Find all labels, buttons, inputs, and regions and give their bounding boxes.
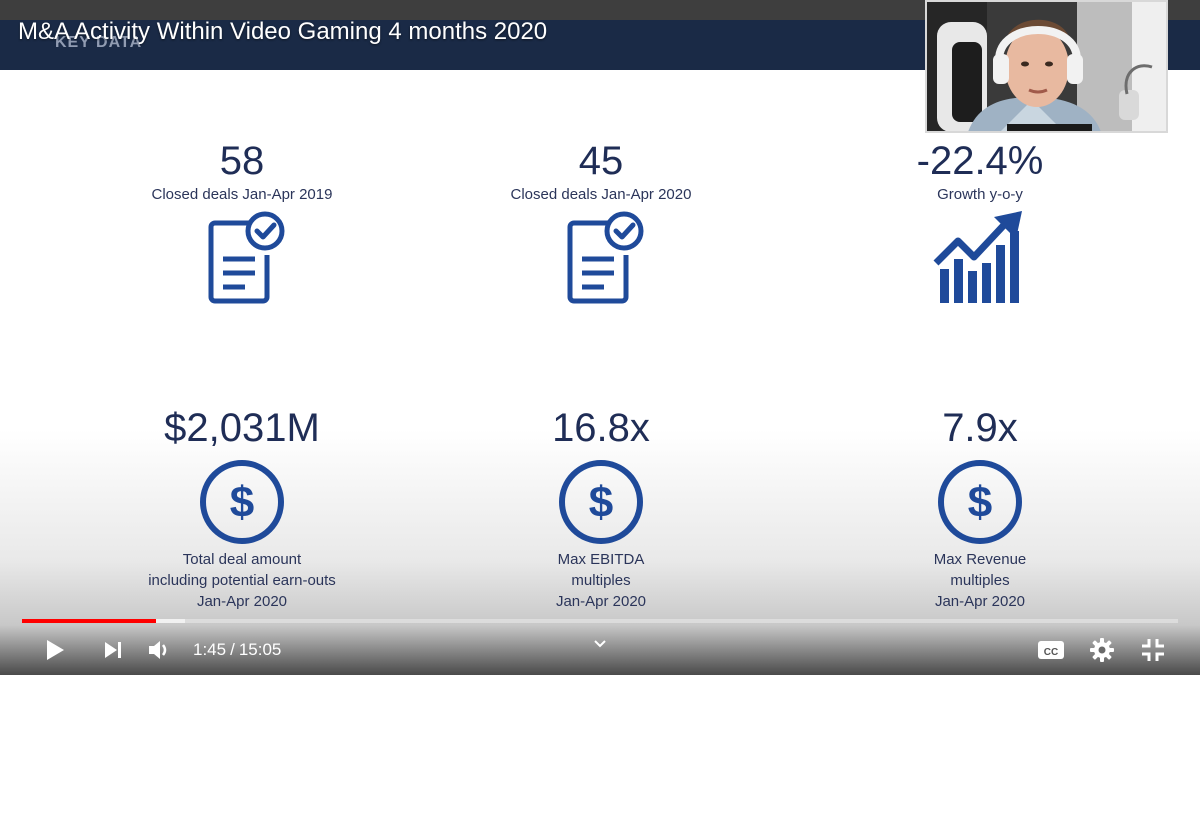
stat-max-ebitda-multiples: 16.8x $ Max EBITDA multiples Jan-Apr 202… [441, 405, 761, 612]
chevron-down-button[interactable] [590, 636, 610, 652]
stat-value: 45 [578, 139, 624, 183]
stat-closed-deals-2019: 58 Closed deals Jan-Apr 2019 [82, 138, 402, 307]
volume-button[interactable] [145, 636, 175, 664]
play-button[interactable] [40, 636, 70, 664]
svg-text:$: $ [968, 478, 992, 527]
exit-fullscreen-button[interactable] [1138, 636, 1168, 664]
volume-icon [149, 641, 167, 659]
document-check-icon [208, 211, 285, 304]
stat-growth-yoy: -22.4% Growth y-o-y [820, 138, 1140, 307]
stat-label: Closed deals Jan-Apr 2019 [151, 186, 333, 203]
captions-icon: CC [1038, 641, 1064, 659]
settings-icon [1090, 638, 1114, 662]
stat-value: $2,031M [164, 406, 320, 450]
stat-value: 16.8x [552, 406, 650, 450]
svg-text:$: $ [589, 478, 613, 527]
progress-bar[interactable] [22, 619, 1178, 623]
dollar-circle-icon: $ [938, 460, 1022, 544]
video-title[interactable]: M&A Activity Within Video Gaming 4 month… [18, 18, 547, 46]
video-player[interactable]: KEY DATA M&A Activity Within Video Gamin… [0, 0, 1200, 675]
stat-value: -22.4% [916, 139, 1044, 183]
progress-played [22, 619, 157, 623]
time-display: 1:45/15:05 [193, 640, 282, 659]
svg-text:CC: CC [1044, 647, 1058, 658]
stat-total-deal-amount: $2,031M $ Total deal amount including po… [82, 405, 402, 612]
growth-chart-icon [931, 211, 1022, 303]
stat-label: Max Revenue multiples Jan-Apr 2020 [933, 551, 1027, 610]
dollar-circle-icon: $ [559, 460, 643, 544]
dollar-circle-icon: $ [200, 460, 284, 544]
stat-label: Max EBITDA multiples Jan-Apr 2020 [555, 551, 647, 610]
stat-label: Growth y-o-y [937, 186, 1023, 203]
current-time: 1:45 [193, 640, 227, 659]
stat-closed-deals-2020: 45 Closed deals Jan-Apr 2020 [441, 138, 761, 307]
next-button[interactable] [99, 636, 127, 664]
chevron-down-icon [594, 640, 606, 648]
play-icon [47, 640, 64, 660]
stat-value: 7.9x [942, 406, 1018, 450]
next-icon [105, 642, 121, 658]
document-check-icon [567, 211, 644, 304]
settings-button[interactable] [1087, 636, 1117, 664]
webcam-overlay [925, 0, 1168, 133]
duration: 15:05 [238, 640, 282, 659]
player-controls: 1:45/15:05 CC [0, 610, 1200, 675]
stat-label: Total deal amount including potential ea… [148, 551, 336, 610]
stat-value: 58 [219, 139, 265, 183]
captions-button[interactable]: CC [1036, 636, 1066, 664]
exit-fullscreen-icon [1142, 639, 1164, 661]
svg-text:$: $ [230, 478, 254, 527]
stat-max-revenue-multiples: 7.9x $ Max Revenue multiples Jan-Apr 202… [820, 405, 1140, 612]
webcam-person-image [927, 2, 1166, 131]
stat-label: Closed deals Jan-Apr 2020 [510, 186, 692, 203]
